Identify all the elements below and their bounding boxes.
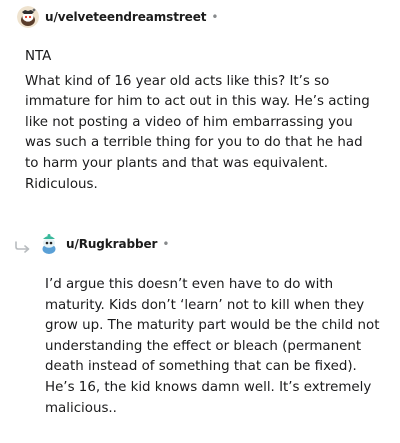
comment-body: NTA What kind of 16 year old acts like t… — [25, 47, 377, 199]
separator-dot: • — [162, 237, 170, 251]
comment-body: I’d argue this doesn’t even have to do w… — [45, 275, 383, 419]
reddit-snoo-avatar-icon — [38, 233, 60, 255]
avatar[interactable] — [38, 233, 60, 255]
comment-header: u/velveteendreamstreet • — [17, 5, 218, 29]
comment-paragraph: What kind of 16 year old acts like this?… — [25, 73, 370, 192]
comment-header: u/Rugkrabber • — [38, 232, 169, 256]
comment-paragraph: I’d argue this doesn’t even have to do w… — [45, 277, 380, 416]
separator-dot: • — [211, 10, 219, 24]
username-link[interactable]: u/Rugkrabber — [66, 237, 157, 251]
reddit-snoo-avatar-icon — [17, 6, 39, 28]
username-link[interactable]: u/velveteendreamstreet — [45, 10, 206, 24]
reply-arrow-icon — [14, 238, 32, 257]
avatar[interactable] — [17, 6, 39, 28]
comment-paragraph: NTA — [25, 49, 52, 64]
